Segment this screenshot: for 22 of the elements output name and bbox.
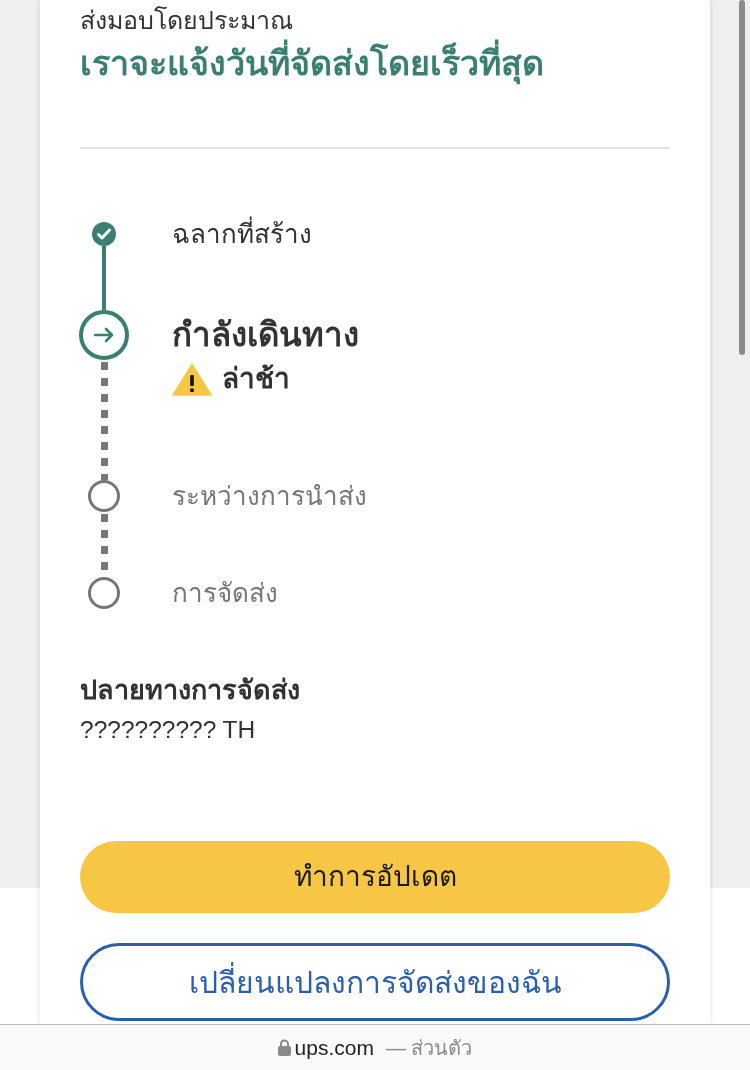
- update-button[interactable]: ทำการอัปเดต: [80, 841, 670, 913]
- estimate-label: ส่งมอบโดยประมาณ: [80, 5, 294, 36]
- lock-icon: [277, 1039, 291, 1056]
- empty-circle-icon: [88, 577, 120, 609]
- destination-label: ปลายทางการจัดส่ง: [80, 674, 301, 707]
- step-label: ฉลากที่สร้าง: [172, 218, 312, 250]
- delay-status-text: ล่าช้า: [222, 362, 290, 396]
- empty-circle-icon: [88, 480, 120, 512]
- check-circle-icon: [92, 222, 116, 246]
- browser-address-bar[interactable]: ups.com — ส่วนตัว: [0, 1024, 750, 1070]
- timeline-connector: [102, 246, 106, 310]
- arrow-circle-icon: [79, 310, 129, 360]
- scrollbar-thumb[interactable]: [739, 0, 745, 355]
- change-delivery-button[interactable]: เปลี่ยนแปลงการจัดส่งของฉัน: [80, 943, 670, 1021]
- step-label: กำลังเดินทาง: [172, 315, 359, 355]
- step-label: ระหว่างการนำส่ง: [172, 480, 367, 512]
- private-mode-label: — ส่วนตัว: [385, 1035, 473, 1061]
- destination-value: ?????????? TH: [80, 715, 257, 745]
- site-domain: ups.com: [294, 1034, 374, 1061]
- estimated-delivery-text: เราจะแจ้งวันที่จัดส่งโดยเร็วที่สุด: [80, 38, 670, 88]
- step-label: การจัดส่ง: [172, 577, 278, 609]
- warning-icon: [172, 362, 212, 396]
